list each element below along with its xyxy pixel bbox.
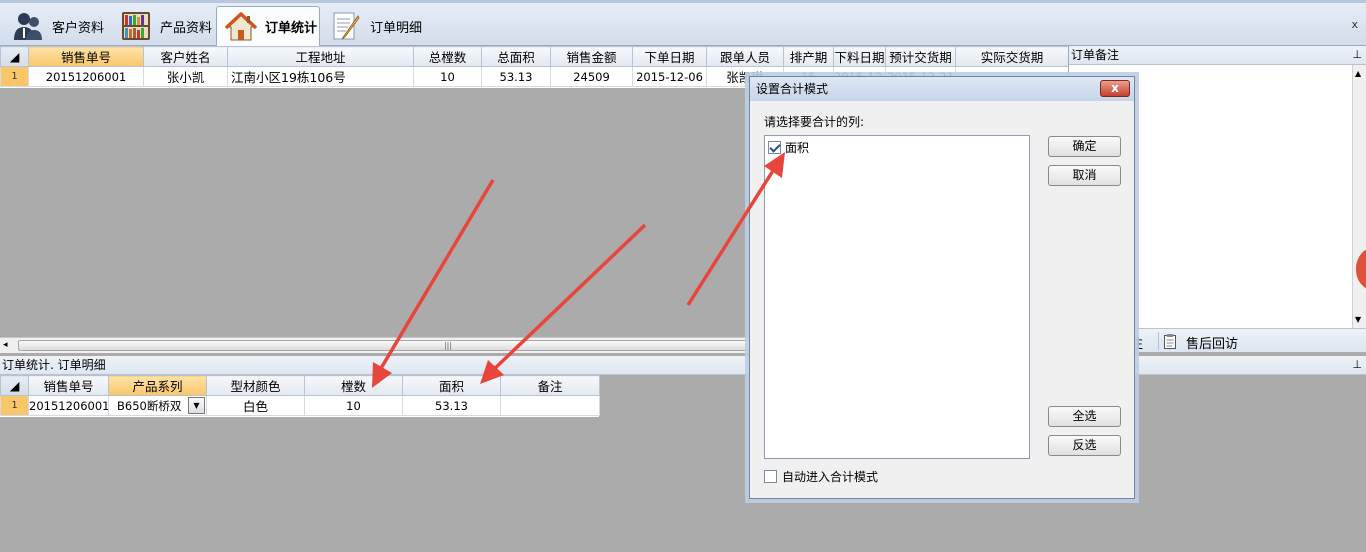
row-number[interactable]: 1 — [0, 395, 29, 416]
cell-total-area[interactable]: 53.13 — [481, 66, 551, 87]
ok-button[interactable]: 确定 — [1048, 136, 1121, 157]
vertical-scrollbar[interactable]: ▲ ▼ — [1352, 65, 1366, 328]
clipboard-icon — [1164, 334, 1176, 349]
scroll-up-icon[interactable]: ▲ — [1355, 69, 1361, 78]
remarks-tab-strip: 注 售后回访 — [1118, 328, 1366, 352]
tab-order-details[interactable]: 订单明细 — [322, 6, 426, 46]
tab-label: 客户资料 — [52, 20, 105, 36]
column-header[interactable]: 跟单人员 — [706, 46, 784, 67]
column-header[interactable]: 销售金额 — [550, 46, 633, 67]
select-all-button[interactable]: 全选 — [1048, 406, 1121, 427]
column-header[interactable]: 下单日期 — [632, 46, 707, 67]
column-header[interactable]: 下料日期 — [833, 46, 886, 67]
list-item[interactable]: 面积 — [768, 139, 809, 156]
order-remarks-title: 订单备注 ⊥ — [1069, 46, 1366, 65]
house-icon — [224, 11, 258, 43]
column-header[interactable]: 客户姓名 — [143, 46, 228, 67]
cell-order-date[interactable]: 2015-12-06 — [632, 66, 707, 87]
sum-column-list[interactable]: 面积 — [764, 135, 1030, 459]
dropdown-arrow-icon[interactable]: ▼ — [188, 397, 205, 414]
auto-sum-label: 自动进入合计模式 — [782, 470, 879, 484]
column-header[interactable]: 总面积 — [481, 46, 551, 67]
column-header[interactable]: 产品系列 — [108, 375, 207, 396]
tab-label: 订单统计 — [265, 21, 318, 36]
column-header[interactable]: 销售单号 — [28, 375, 109, 396]
cell-remarks[interactable] — [500, 395, 600, 416]
column-header[interactable]: 工程地址 — [227, 46, 414, 67]
dialog-close-button[interactable]: x — [1100, 80, 1130, 97]
grid-corner[interactable]: ◢ — [0, 375, 29, 396]
dialog-title: 设置合计模式 — [756, 82, 829, 96]
cell-product-series[interactable]: B650断桥双 ▼ — [108, 395, 207, 416]
tab-after-sales-visit[interactable]: 售后回访 — [1186, 333, 1238, 352]
top-tab-bar: 客户资料 产品资料 订单统计 订单明细 x — [0, 0, 1366, 46]
cell-units[interactable]: 10 — [304, 395, 403, 416]
cell-order-number[interactable]: 20151206001 — [28, 395, 109, 416]
column-header[interactable]: 总樘数 — [413, 46, 482, 67]
sum-mode-dialog: 设置合计模式 x 请选择要合计的列: 面积 确定 取消 全选 反选 自动进入合计… — [749, 76, 1135, 499]
pin-icon[interactable]: ⊥ — [1352, 46, 1362, 64]
bookshelf-icon — [120, 10, 152, 42]
tab-divider — [1158, 332, 1159, 350]
list-item-label: 面积 — [785, 141, 810, 155]
cell-customer-name[interactable]: 张小凯 — [143, 66, 228, 87]
cell-area[interactable]: 53.13 — [402, 395, 501, 416]
panel-title-text: 订单备注 — [1071, 48, 1120, 62]
order-details-header: ◢ 销售单号 产品系列 型材颜色 樘数 面积 备注 — [0, 375, 600, 396]
scroll-down-icon[interactable]: ▼ — [1355, 315, 1361, 324]
top-border-line — [0, 0, 1366, 3]
column-header[interactable]: 排产期 — [783, 46, 834, 67]
column-header[interactable]: 销售单号 — [28, 46, 144, 67]
order-grid-header: ◢ 销售单号 客户姓名 工程地址 总樘数 总面积 销售金额 下单日期 跟单人员 … — [0, 46, 1069, 67]
order-details-panel-title: 订单统计. 订单明细 ⊥ — [0, 356, 1366, 375]
cell-profile-color[interactable]: 白色 — [206, 395, 305, 416]
auto-sum-checkbox[interactable] — [764, 470, 777, 483]
panel-title-text: 订单统计. 订单明细 — [2, 358, 106, 372]
dialog-prompt: 请选择要合计的列: — [764, 115, 865, 129]
auto-sum-option[interactable]: 自动进入合计模式 — [764, 468, 878, 485]
product-series-value: B650断桥双 — [117, 398, 182, 413]
area-checkbox[interactable] — [768, 141, 781, 154]
column-header[interactable]: 型材颜色 — [206, 375, 305, 396]
invert-selection-button[interactable]: 反选 — [1048, 435, 1121, 456]
row-number[interactable]: 1 — [0, 66, 29, 87]
column-header[interactable]: 预计交货期 — [885, 46, 956, 67]
column-header[interactable]: 备注 — [500, 375, 600, 396]
column-header[interactable]: 面积 — [402, 375, 501, 396]
table-row[interactable]: 1 20151206001 B650断桥双 ▼ 白色 10 53.13 — [0, 395, 600, 416]
horizontal-scrollbar[interactable]: ◂ ||| — [0, 337, 878, 353]
notepad-pencil-icon — [330, 10, 362, 42]
cell-order-number[interactable]: 20151206001 — [28, 66, 144, 87]
column-header[interactable]: 实际交货期 — [955, 46, 1069, 67]
close-tab-icon[interactable]: x — [1351, 18, 1358, 31]
grid-corner[interactable]: ◢ — [0, 46, 29, 67]
cell-sales-amount[interactable]: 24509 — [550, 66, 633, 87]
cell-total-units[interactable]: 10 — [413, 66, 482, 87]
cell-project-address[interactable]: 江南小区19栋106号 — [227, 66, 414, 87]
tab-order-statistics[interactable]: 订单统计 — [216, 6, 320, 46]
pin-icon[interactable]: ⊥ — [1352, 356, 1362, 374]
tab-label: 订单明细 — [370, 20, 423, 36]
tab-label: 产品资料 — [160, 20, 213, 36]
order-details-grid: ◢ 销售单号 产品系列 型材颜色 樘数 面积 备注 1 20151206001 … — [0, 375, 600, 417]
tab-product-data[interactable]: 产品资料 — [112, 6, 216, 46]
dialog-title-bar[interactable]: 设置合计模式 x — [750, 77, 1134, 101]
tab-customer-data[interactable]: 客户资料 — [4, 6, 112, 46]
scroll-left-icon[interactable]: ◂ — [3, 340, 8, 350]
cancel-button[interactable]: 取消 — [1048, 165, 1121, 186]
column-header[interactable]: 樘数 — [304, 375, 403, 396]
customer-icon — [12, 10, 44, 42]
